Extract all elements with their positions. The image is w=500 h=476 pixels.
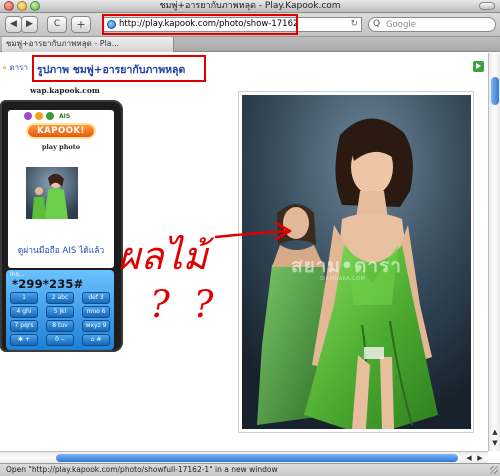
breadcrumb-arrow-icon: » xyxy=(2,63,7,72)
horizontal-scrollbar[interactable]: ◀ ▶ xyxy=(0,451,488,463)
title-bar: ชมพู่+อารยากับภาพหลุด - Play.Kapook.com xyxy=(0,0,500,13)
page-content: » ดารา รูปภาพ ชมพู่+อารยากับภาพหลุด wap.… xyxy=(0,53,488,451)
vertical-scrollbar[interactable]: ▲ ▼ xyxy=(488,53,500,451)
key-6: mno 6 xyxy=(82,306,110,318)
scroll-left-icon[interactable]: ◀ xyxy=(464,453,474,463)
add-icon: + xyxy=(76,18,86,31)
key-4: 4 ghi xyxy=(10,306,38,318)
breadcrumb-link-dara[interactable]: ดารา xyxy=(9,63,27,72)
annotation-question-marks: ? ? xyxy=(150,283,220,326)
status-dot-icon xyxy=(46,112,54,120)
url-red-highlight-box xyxy=(102,14,298,35)
ais-logo: AIS xyxy=(59,112,71,120)
ussd-code: *299*235# xyxy=(12,277,84,291)
key-8: 8 tuv xyxy=(46,320,74,332)
title-red-highlight-box xyxy=(32,55,206,82)
phone-thumbnail xyxy=(26,167,78,219)
photo-frame: สยาม•ดารา SIAMDARA.COM xyxy=(238,91,474,433)
key-star: ✱ + xyxy=(10,334,38,346)
phone-status-bar: AIS xyxy=(8,110,114,122)
search-field[interactable]: Q xyxy=(368,17,496,32)
refresh-icon[interactable]: ↻ xyxy=(350,18,358,31)
reload-icon: C xyxy=(53,19,61,29)
forward-button[interactable]: ▶ xyxy=(21,16,38,33)
key-1: 1 xyxy=(10,292,38,304)
scroll-down-icon[interactable]: ▼ xyxy=(490,438,500,448)
search-input[interactable] xyxy=(386,18,490,31)
key-0: 0 ⌣ xyxy=(46,334,74,346)
toolbar: ◀ ▶ C + http://play.kapook.com/photo/sho… xyxy=(0,13,500,37)
key-7: 7 pqrs xyxy=(10,320,38,332)
key-3: def 3 xyxy=(82,292,110,304)
phone-keypad: Ins... *299*235# 1 2 abc def 3 4 ghi 5 j… xyxy=(6,270,114,350)
phone-screen: AIS KAPOOK! play photo ดูผ่านมือถือ AIS … xyxy=(8,110,114,268)
tab-active[interactable]: ชมพู่+อารยากับภาพหลุด - Pla... xyxy=(2,37,174,52)
key-5: 5 jkl xyxy=(46,306,74,318)
back-button[interactable]: ◀ xyxy=(5,16,22,33)
horizontal-scroll-thumb[interactable] xyxy=(56,454,458,462)
status-text: Open "http://play.kapook.com/photo/showf… xyxy=(6,465,278,474)
window-title: ชมพู่+อารยากับภาพหลุด - Play.Kapook.com xyxy=(159,1,341,11)
kapook-logo: KAPOOK! xyxy=(26,123,96,139)
scroll-up-icon[interactable]: ▲ xyxy=(490,427,500,437)
phone-caption: ดูผ่านมือถือ AIS ได้แล้ว xyxy=(17,246,105,256)
photo-watermark-sub: SIAMDARA.COM xyxy=(320,276,366,282)
back-icon: ◀ xyxy=(10,19,17,29)
forward-icon: ▶ xyxy=(26,19,33,29)
tab-bar: ชมพู่+อารยากับภาพหลุด - Pla... xyxy=(0,37,500,52)
browser-window: ชมพู่+อารยากับภาพหลุด - Play.Kapook.com … xyxy=(0,0,500,476)
reload-button[interactable]: C xyxy=(47,16,67,33)
status-bar: Open "http://play.kapook.com/photo/showf… xyxy=(0,463,500,476)
breadcrumb: » ดารา xyxy=(2,61,28,74)
wap-label: wap.kapook.com xyxy=(30,86,100,95)
phone-ad[interactable]: AIS KAPOOK! play photo ดูผ่านมือถือ AIS … xyxy=(0,100,123,352)
key-2: 2 abc xyxy=(46,292,74,304)
toolbar-toggle-button[interactable] xyxy=(479,2,495,10)
status-dot-icon xyxy=(35,112,43,120)
resize-grip-icon[interactable] xyxy=(490,466,498,474)
right-arrow-icon[interactable] xyxy=(473,61,484,72)
search-icon: Q xyxy=(373,19,381,29)
key-9: wxyz 9 xyxy=(82,320,110,332)
main-photo[interactable]: สยาม•ดารา SIAMDARA.COM xyxy=(242,95,471,429)
vertical-scroll-thumb[interactable] xyxy=(491,77,499,105)
phone-subtitle: play photo xyxy=(41,143,81,151)
scroll-right-icon[interactable]: ▶ xyxy=(475,453,485,463)
add-bookmark-button[interactable]: + xyxy=(71,16,91,33)
key-hash: ⌂ # xyxy=(82,334,110,346)
status-dot-icon xyxy=(24,112,32,120)
annotation-word: ผลไม้ xyxy=(118,234,208,278)
